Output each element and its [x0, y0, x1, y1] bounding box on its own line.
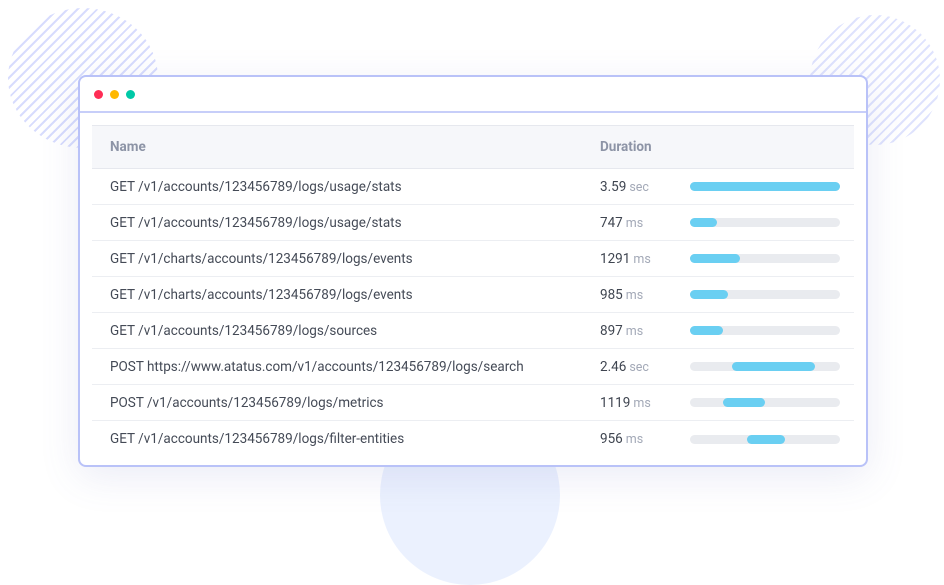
- window-minimize-icon[interactable]: [110, 90, 119, 99]
- app-window: Name Duration GET /v1/accounts/123456789…: [78, 75, 868, 467]
- window-zoom-icon[interactable]: [126, 90, 135, 99]
- table-row[interactable]: POST /v1/accounts/123456789/logs/metrics…: [92, 385, 854, 421]
- table-row[interactable]: GET /v1/charts/accounts/123456789/logs/e…: [92, 241, 854, 277]
- request-name: GET /v1/accounts/123456789/logs/filter-e…: [110, 431, 600, 447]
- request-name: GET /v1/accounts/123456789/logs/usage/st…: [110, 215, 600, 231]
- request-name: POST /v1/accounts/123456789/logs/metrics: [110, 395, 600, 411]
- duration-bar: [690, 182, 840, 191]
- table-row[interactable]: GET /v1/accounts/123456789/logs/sources8…: [92, 313, 854, 349]
- request-duration: 897ms: [600, 323, 690, 339]
- request-name: GET /v1/charts/accounts/123456789/logs/e…: [110, 251, 600, 267]
- request-duration: 985ms: [600, 287, 690, 303]
- request-duration: 1291ms: [600, 251, 690, 267]
- request-duration: 3.59sec: [600, 179, 690, 195]
- table-header-row: Name Duration: [92, 125, 854, 169]
- column-header-duration[interactable]: Duration: [600, 139, 690, 155]
- duration-bar: [690, 398, 840, 407]
- table-row[interactable]: GET /v1/accounts/123456789/logs/usage/st…: [92, 205, 854, 241]
- request-duration: 1119ms: [600, 395, 690, 411]
- window-close-icon[interactable]: [94, 90, 103, 99]
- table-row[interactable]: GET /v1/accounts/123456789/logs/filter-e…: [92, 421, 854, 457]
- table-row[interactable]: GET /v1/accounts/123456789/logs/usage/st…: [92, 169, 854, 205]
- duration-bar: [690, 326, 840, 335]
- request-name: GET /v1/accounts/123456789/logs/usage/st…: [110, 179, 600, 195]
- requests-table: Name Duration GET /v1/accounts/123456789…: [80, 113, 866, 465]
- duration-bar: [690, 435, 840, 444]
- request-name: GET /v1/charts/accounts/123456789/logs/e…: [110, 287, 600, 303]
- duration-bar: [690, 254, 840, 263]
- request-name: GET /v1/accounts/123456789/logs/sources: [110, 323, 600, 339]
- request-duration: 747ms: [600, 215, 690, 231]
- request-duration: 2.46sec: [600, 359, 690, 375]
- table-row[interactable]: GET /v1/charts/accounts/123456789/logs/e…: [92, 277, 854, 313]
- column-header-name[interactable]: Name: [110, 139, 600, 155]
- request-name: POST https://www.atatus.com/v1/accounts/…: [110, 359, 600, 375]
- table-row[interactable]: POST https://www.atatus.com/v1/accounts/…: [92, 349, 854, 385]
- duration-bar: [690, 362, 840, 371]
- window-titlebar: [80, 77, 866, 113]
- request-duration: 956ms: [600, 431, 690, 447]
- duration-bar: [690, 290, 840, 299]
- duration-bar: [690, 218, 840, 227]
